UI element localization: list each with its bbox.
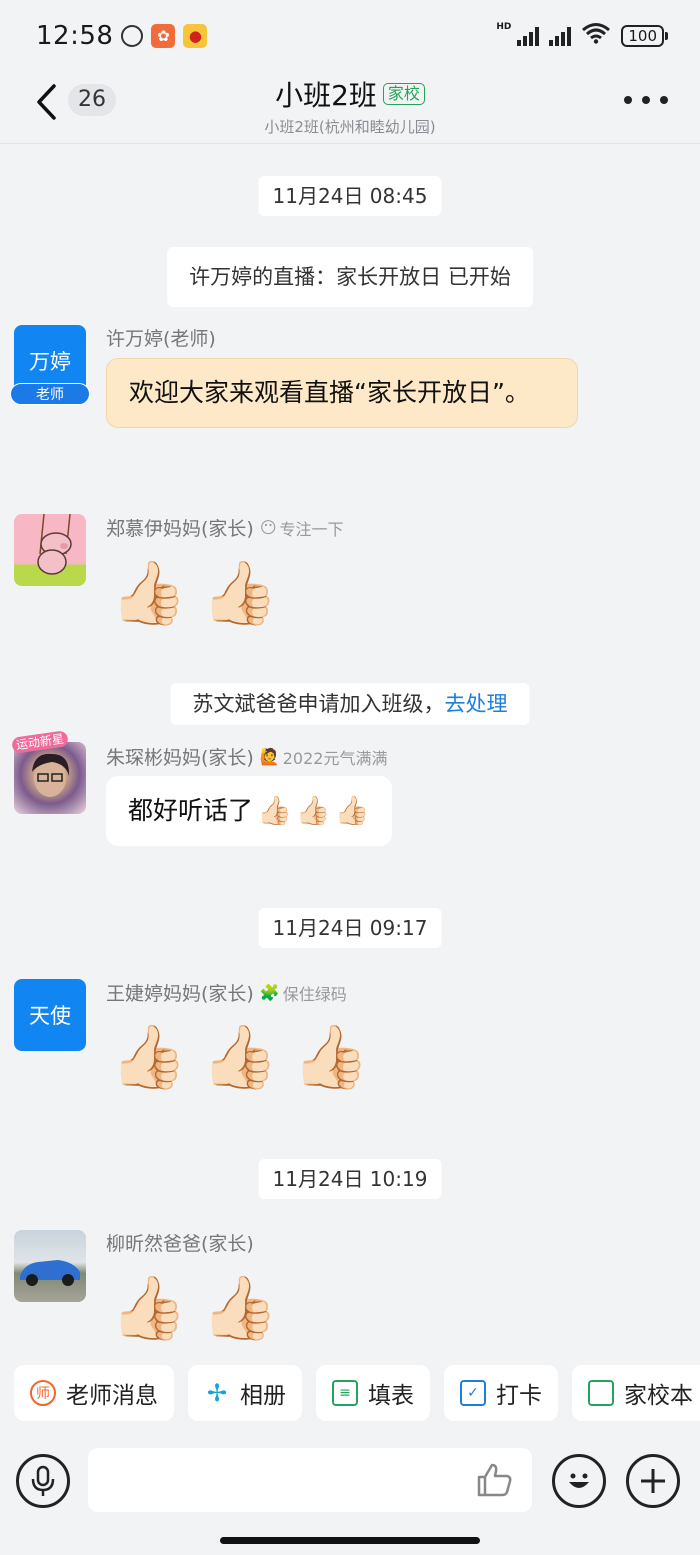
thumbs-up-icon: 👍🏻	[201, 1020, 279, 1093]
microphone-icon	[31, 1465, 55, 1496]
avatar[interactable]: 天使	[14, 979, 86, 1051]
avatar-text: 天使	[29, 1004, 71, 1028]
sender-name: 柳昕然爸爸(家长)	[106, 1233, 254, 1255]
thumbs-up-icon: 👍🏻	[110, 1271, 188, 1344]
chat-header: 26 小班2班 家校 小班2班(杭州和睦幼儿园)	[0, 72, 700, 144]
system-message-live[interactable]: 许万婷的直播：家长开放日 已开始	[167, 247, 533, 307]
alarm-icon	[121, 25, 144, 47]
thumbs-up-icon: 👍🏻	[295, 794, 331, 827]
pig-icon	[37, 514, 72, 575]
green-code-emoji-icon: 🧩	[259, 983, 280, 1002]
sender-name: 朱琛彬妈妈(家长) 🙋 2022元气满满	[106, 743, 387, 770]
avatar[interactable]	[14, 514, 86, 586]
quick-action-form[interactable]: ≡ 填表	[316, 1365, 430, 1421]
notebook-icon	[588, 1380, 614, 1406]
add-button[interactable]	[626, 1454, 680, 1508]
thumbs-up-icon: 👍🏻	[201, 1271, 279, 1344]
focus-emoji-icon: 😶	[259, 518, 277, 537]
weibo-icon: ●	[183, 24, 208, 48]
message-timestamp: 11月24日 09:17	[258, 908, 442, 948]
sender-name: 许万婷(老师)	[106, 328, 216, 350]
user-status: 🧩 保住绿码	[259, 983, 347, 1004]
signal-icon	[517, 26, 540, 46]
message-timestamp: 11月24日 10:19	[258, 1159, 442, 1199]
user-status: 😶 专注一下	[259, 518, 344, 539]
car-photo	[20, 1260, 80, 1286]
sticker-message[interactable]: 👍🏻 👍🏻	[110, 553, 278, 633]
input-bar	[0, 1440, 700, 1524]
plus-icon	[641, 1469, 665, 1493]
user-status: 🙋 2022元气满满	[259, 747, 388, 768]
energy-emoji-icon: 🙋	[259, 747, 280, 766]
user-photo	[32, 753, 70, 797]
pinwheel-icon: ✢	[206, 1379, 228, 1407]
thumbs-up-icon: 👍🏻	[257, 794, 292, 827]
smile-icon	[569, 1473, 589, 1488]
form-icon: ≡	[332, 1380, 358, 1406]
process-link[interactable]: 去处理	[445, 692, 508, 716]
like-button[interactable]	[472, 1458, 516, 1502]
signal-icon	[549, 26, 572, 46]
avatar[interactable]: 运动新星	[11, 730, 86, 814]
page-title: 小班2班	[275, 79, 377, 112]
thumbs-up-icon: 👍🏻	[334, 794, 370, 827]
voice-button[interactable]	[16, 1454, 70, 1508]
quick-action-checkin[interactable]: ✓ 打卡	[444, 1365, 558, 1421]
thumbs-up-icon: 👍🏻	[110, 556, 188, 629]
message-bubble[interactable]: 都好听话了 👍🏻 👍🏻 👍🏻	[106, 776, 392, 846]
quick-actions-bar: 师 老师消息 ✢ 相册 ≡ 填表 ✓ 打卡 家校本	[0, 1365, 700, 1425]
system-message-join-request: 苏文斌爸爸申请加入班级，去处理	[170, 683, 530, 725]
sender-name: 王婕婷妈妈(家长) 🧩 保住绿码	[106, 979, 347, 1006]
thumbs-up-icon: 👍🏻	[292, 1020, 370, 1093]
status-time: 12:58	[36, 21, 114, 51]
wifi-icon	[581, 22, 611, 50]
avatar[interactable]: 万婷 老师	[10, 325, 90, 405]
page-subtitle: 小班2班(杭州和睦幼儿园)	[264, 118, 436, 136]
thumbs-up-outline-icon	[477, 1463, 512, 1497]
message-bubble[interactable]: 欢迎大家来观看直播“家长开放日”。	[106, 358, 578, 428]
sticker-message[interactable]: 👍🏻 👍🏻	[110, 1268, 278, 1348]
checkin-icon: ✓	[460, 1380, 486, 1406]
home-indicator[interactable]	[220, 1537, 480, 1544]
teacher-icon: 师	[30, 1380, 56, 1406]
thumbs-up-icon: 👍🏻	[201, 556, 279, 629]
hd-icon: HD	[496, 22, 512, 32]
sticker-message[interactable]: 👍🏻 👍🏻 👍🏻	[110, 1017, 370, 1097]
more-options-button[interactable]	[624, 82, 668, 118]
sender-name: 郑慕伊妈妈(家长) 😶 专注一下	[106, 514, 344, 541]
quick-action-teacher-messages[interactable]: 师 老师消息	[14, 1365, 174, 1421]
status-bar: 12:58 ✿ ● HD 100	[0, 0, 700, 72]
group-type-badge: 家校	[382, 83, 425, 105]
app-icon: ✿	[151, 24, 176, 48]
message-input[interactable]	[88, 1448, 532, 1512]
avatar[interactable]	[14, 1230, 86, 1302]
avatar-text: 万婷	[29, 350, 71, 374]
battery-icon: 100	[621, 25, 668, 47]
thumbs-up-icon: 👍🏻	[110, 1020, 188, 1093]
quick-action-album[interactable]: ✢ 相册	[188, 1365, 302, 1421]
message-timestamp: 11月24日 08:45	[258, 176, 442, 216]
emoji-button[interactable]	[552, 1454, 606, 1508]
quick-action-notebook[interactable]: 家校本	[572, 1365, 700, 1421]
teacher-badge: 老师	[10, 383, 90, 405]
